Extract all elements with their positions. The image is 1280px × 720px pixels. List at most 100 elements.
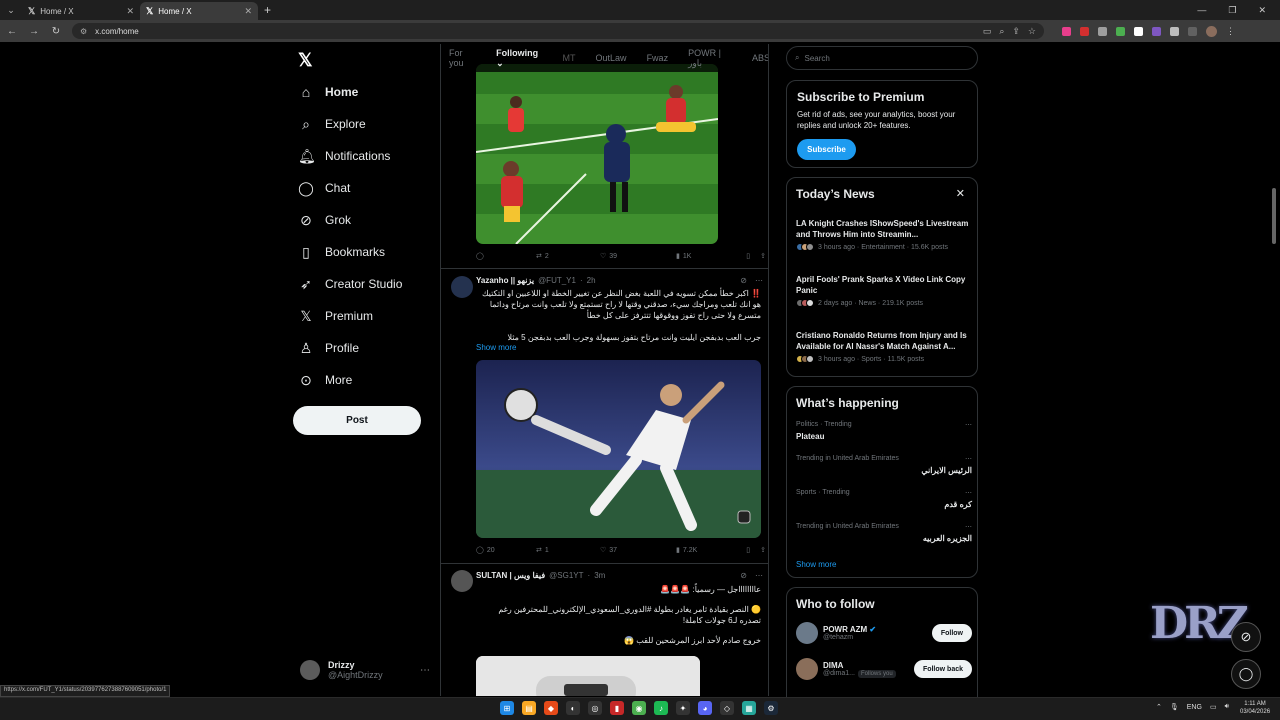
app-icon[interactable]: ▮	[610, 701, 624, 715]
grok-icon[interactable]: ⊘	[740, 571, 747, 580]
show-more-link[interactable]: Show more	[796, 560, 836, 569]
network-icon[interactable]: ▭	[1210, 703, 1217, 711]
tweet-author-name[interactable]: Yazanho || يزنهو	[476, 276, 534, 285]
nav-item-profile[interactable]: ♙ Profile	[298, 337, 359, 359]
minimize-icon[interactable]: —	[1197, 5, 1206, 16]
nav-item-notifications[interactable]: 🔔︎ Notifications	[298, 145, 390, 167]
cast-icon[interactable]: ▭	[983, 26, 992, 37]
volume-icon[interactable]: 🔊︎	[1225, 703, 1229, 711]
nav-item-bookmarks[interactable]: ▯ Bookmarks	[298, 241, 385, 263]
tweet-photo[interactable]	[476, 656, 700, 696]
browser-tab-active[interactable]: 𝕏 Home / X ✕	[140, 2, 258, 20]
account-switcher[interactable]: Drizzy @AightDrizzy ⋯	[300, 660, 430, 680]
spotify-icon[interactable]: ♪	[654, 701, 668, 715]
news-item[interactable]: LA Knight Crashes IShowSpeed's Livestrea…	[796, 218, 972, 251]
page-scrollbar[interactable]	[1272, 188, 1276, 244]
extension-icon[interactable]	[1116, 26, 1125, 36]
tray-overflow-icon[interactable]: ⌃	[1156, 703, 1162, 711]
news-item[interactable]: Cristiano Ronaldo Returns from Injury an…	[796, 330, 972, 363]
tweet-time[interactable]: 2h	[587, 276, 596, 285]
post-button[interactable]: Post	[293, 406, 421, 435]
nav-item-more[interactable]: ⊙ More	[298, 369, 352, 391]
zoom-icon[interactable]: ⌕	[999, 26, 1004, 37]
chat-floating-button[interactable]: ◯	[1231, 659, 1261, 689]
app-icon[interactable]: ✦	[676, 701, 690, 715]
more-dots-icon[interactable]: ⋯	[965, 421, 972, 429]
tab-search-icon[interactable]: ⌄	[0, 5, 22, 16]
bookmark-icon[interactable]: ▯	[746, 252, 750, 260]
bookmark-icon[interactable]: ▯	[746, 546, 750, 554]
more-dots-icon[interactable]: ⋯	[420, 665, 430, 676]
system-clock[interactable]: 1:11 AM 03/04/2026	[1240, 700, 1270, 716]
share-icon[interactable]: ⇪	[1012, 26, 1020, 37]
tweet-photo[interactable]	[476, 64, 718, 244]
tab-fwaz[interactable]: Fwaz	[647, 53, 669, 63]
follow-suggestion[interactable]: DIMA @dima1... Follows you Follow back	[796, 658, 972, 680]
extension-icon[interactable]	[1098, 26, 1107, 36]
brave-browser-icon[interactable]: ◆	[544, 701, 558, 715]
views-button[interactable]: ▮ 1K	[676, 252, 736, 261]
more-dots-icon[interactable]: ⋯	[965, 455, 972, 463]
repost-button[interactable]: ⇄ 2	[536, 252, 600, 261]
steam-icon[interactable]: ⚙	[764, 701, 778, 715]
subscribe-button[interactable]: Subscribe	[797, 139, 856, 160]
new-tab-icon[interactable]: +	[264, 3, 271, 17]
close-window-icon[interactable]: ✕	[1258, 5, 1266, 16]
follow-suggestion[interactable]: POWR AZM ✔ @tehazm Follow	[796, 622, 972, 644]
forward-icon[interactable]: →	[28, 26, 40, 37]
news-item[interactable]: April Fools' Prank Sparks X Video Link C…	[796, 274, 972, 307]
browser-menu-icon[interactable]: ⋮	[1226, 26, 1235, 37]
nav-item-explore[interactable]: ⌕ Explore	[298, 113, 366, 135]
more-dots-icon[interactable]: ⋯	[755, 571, 763, 580]
reload-icon[interactable]: ↻	[50, 26, 62, 37]
language-indicator[interactable]: ENG	[1187, 704, 1202, 711]
tweet-author-handle[interactable]: @FUT_Y1	[538, 276, 576, 285]
like-button[interactable]: ♡ 37	[600, 546, 676, 555]
extension-icon[interactable]	[1152, 26, 1161, 36]
extension-icon[interactable]	[1134, 26, 1143, 36]
more-dots-icon[interactable]: ⋯	[755, 276, 763, 285]
extension-icon[interactable]	[1080, 26, 1089, 36]
reply-button[interactable]: ◯	[476, 252, 536, 260]
trend-item[interactable]: Trending in United Arab Emirates ⋯ الرئيس…	[796, 455, 972, 475]
extensions-puzzle-icon[interactable]	[1170, 26, 1179, 36]
windows-start-icon[interactable]: ⊞	[500, 701, 514, 715]
like-button[interactable]: ♡ 39	[600, 252, 676, 261]
follow-back-button[interactable]: Follow back	[913, 660, 972, 678]
tab-for-you[interactable]: For you	[449, 48, 476, 68]
tab-mt[interactable]: MT	[563, 53, 576, 63]
reply-button[interactable]: ◯ 20	[476, 546, 536, 555]
avatar[interactable]	[451, 276, 473, 298]
repost-button[interactable]: ⇄ 1	[536, 546, 600, 555]
grok-icon[interactable]: ⊘	[740, 276, 747, 285]
bookmark-star-icon[interactable]: ☆	[1028, 26, 1036, 37]
more-dots-icon[interactable]: ⋯	[965, 489, 972, 497]
maximize-icon[interactable]: ❐	[1228, 5, 1236, 16]
nav-item-creator-studio[interactable]: ➶ Creator Studio	[298, 273, 402, 295]
share-icon[interactable]: ⇪	[760, 546, 766, 554]
grok-floating-button[interactable]: ⊘	[1231, 622, 1261, 652]
app-icon[interactable]: ◐	[566, 701, 580, 715]
extension-icon[interactable]	[1062, 26, 1071, 36]
tweet-photo[interactable]	[476, 360, 761, 538]
tab-close-icon[interactable]: ✕	[126, 6, 134, 17]
trend-item[interactable]: Trending in United Arab Emirates ⋯ الجزير…	[796, 523, 972, 543]
nav-item-chat[interactable]: ◯ Chat	[298, 177, 350, 199]
chrome-icon[interactable]: ◉	[632, 701, 646, 715]
browser-tab[interactable]: 𝕏 Home / X ✕	[22, 2, 140, 20]
follow-button[interactable]: Follow	[931, 624, 972, 642]
tab-outlaw[interactable]: OutLaw	[596, 53, 627, 63]
microphone-icon[interactable]: 🎙︎	[1170, 703, 1179, 711]
browser-profile-avatar[interactable]	[1206, 25, 1217, 37]
tab-abs[interactable]: ABS	[752, 53, 768, 63]
file-explorer-icon[interactable]: ▤	[522, 701, 536, 715]
tweet-time[interactable]: 3m	[594, 571, 605, 580]
tweet-author-handle[interactable]: @SG1YT	[549, 571, 583, 580]
sidepanel-icon[interactable]	[1188, 26, 1197, 36]
avatar[interactable]	[451, 570, 473, 592]
nav-item-grok[interactable]: ⊘ Grok	[298, 209, 351, 231]
discord-icon[interactable]: ◕	[698, 701, 712, 715]
tweet-author-name[interactable]: SULTAN | فيفا ويس	[476, 571, 545, 580]
back-icon[interactable]: ←	[6, 26, 18, 37]
app-icon[interactable]: ◎	[588, 701, 602, 715]
